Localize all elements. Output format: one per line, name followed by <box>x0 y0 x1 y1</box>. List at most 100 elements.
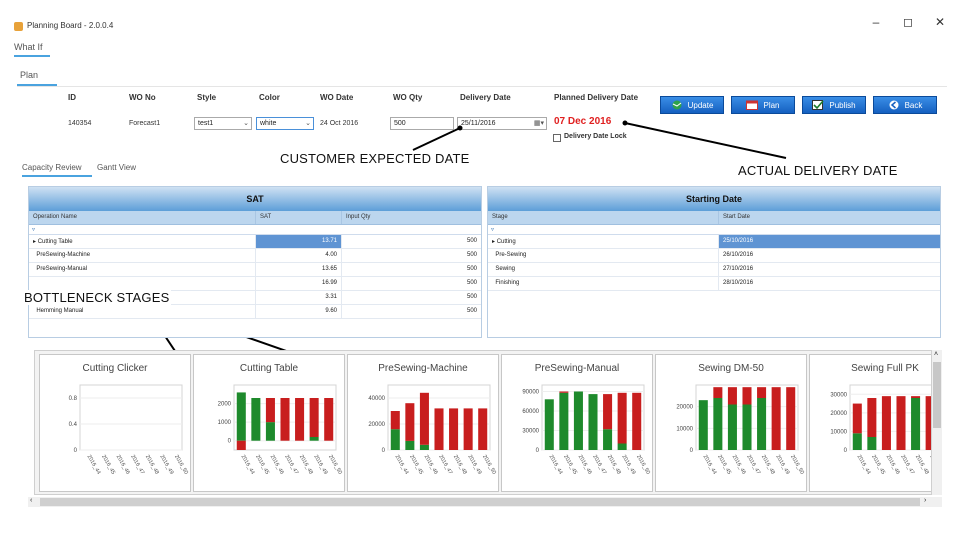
row-operation-name: PreSewing-Manual <box>29 263 256 276</box>
x-tick-label: 2016_46 <box>115 454 131 476</box>
tab-plan[interactable]: Plan <box>20 70 38 80</box>
scroll-right-icon[interactable]: › <box>924 497 926 504</box>
x-tick-label: 2016_46 <box>731 454 747 476</box>
y-tick-label: 10000 <box>676 426 693 432</box>
bar <box>867 398 877 437</box>
y-tick-label: 0.4 <box>69 422 78 428</box>
update-button[interactable]: Update <box>660 96 724 114</box>
bar <box>698 400 708 450</box>
bar <box>449 408 459 450</box>
chart-card: PreSewing-Manual 90000 60000 30000 0 2016_44 2… <box>501 354 653 492</box>
publish-button[interactable]: Publish <box>802 96 866 114</box>
back-button[interactable]: Back <box>873 96 937 114</box>
delivery-date-picker[interactable]: 25/11/2016 ▦▾ <box>457 117 547 130</box>
table-row[interactable]: PreSewing-Manual 13.65 500 <box>29 263 481 277</box>
row-start-date: 25/10/2016 <box>719 235 940 248</box>
y-tick-label: 1000 <box>218 420 232 426</box>
bar <box>478 408 488 450</box>
x-tick-label: 2016_46 <box>885 454 901 476</box>
calendar-icon <box>746 100 759 110</box>
column-header[interactable]: Input Qty <box>342 211 481 224</box>
table-row[interactable]: 16.99 500 <box>29 277 481 291</box>
vertical-scrollbar-thumb[interactable] <box>933 362 941 428</box>
bar <box>295 398 305 441</box>
table-row[interactable]: Pre-Sewing 26/10/2016 <box>488 249 940 263</box>
y-tick-label: 90000 <box>522 390 539 396</box>
row-operation-name: ▸ Cutting Table <box>29 235 256 248</box>
sat-grid-body: ▸ Cutting Table 13.71 500 PreSewing-Machin… <box>29 235 481 319</box>
chart-card: Cutting Clicker 0.8 0.4 0 2016_44 2016_45 2016… <box>39 354 191 492</box>
globe-icon <box>672 100 682 110</box>
publish-button-label: Publish <box>829 100 856 110</box>
table-row[interactable]: Finishing 28/10/2016 <box>488 277 940 291</box>
column-header[interactable]: Start Date <box>719 211 940 224</box>
x-tick-label: 2016_48 <box>606 454 622 476</box>
table-row[interactable]: ▸ Cutting 25/10/2016 <box>488 235 940 249</box>
column-header[interactable]: Operation Name <box>29 211 256 224</box>
bar <box>559 392 569 450</box>
x-tick-label: 2016_44 <box>548 454 564 476</box>
wo-no-value: Forecast1 <box>129 120 161 127</box>
style-select-value: test1 <box>198 120 214 127</box>
row-sat: 4.00 <box>256 249 342 262</box>
minimize-button[interactable]: – <box>866 15 886 33</box>
bar <box>852 403 862 434</box>
bar <box>617 392 627 444</box>
close-button[interactable]: ✕ <box>930 15 950 33</box>
bar-chart: 0.80.402016_442016_452016_462016_472016_… <box>69 384 189 476</box>
plan-button-label: Plan <box>763 100 780 110</box>
y-tick-label: 0.8 <box>69 396 78 402</box>
table-row[interactable]: Sewing 27/10/2016 <box>488 263 940 277</box>
bar-chart: 90000600003000002016_442016_452016_46201… <box>522 384 651 476</box>
table-row[interactable]: Hemming Manual 9.60 500 <box>29 305 481 319</box>
back-button-label: Back <box>904 100 923 110</box>
column-header[interactable]: Stage <box>488 211 719 224</box>
tab-gantt-view[interactable]: Gantt View <box>97 163 136 172</box>
id-value: 140354 <box>68 120 92 127</box>
chevron-down-icon: ⌄ <box>243 120 249 127</box>
header-color: Color <box>259 93 280 102</box>
tab-capacity-review[interactable]: Capacity Review <box>22 163 82 172</box>
bar <box>236 392 246 441</box>
bar <box>309 437 319 441</box>
x-tick-label: 2016_48 <box>452 454 468 476</box>
row-input-qty: 500 <box>466 238 477 244</box>
chart-card: PreSewing-Machine 40000 20000 0 2016_44 2016_… <box>347 354 499 492</box>
chart-card: Sewing Full PK 30000 20000 10000 0 2016_44 201… <box>809 354 931 492</box>
row-input-qty: 500 <box>466 266 477 272</box>
wo-qty-input[interactable]: 500 <box>390 117 454 130</box>
starting-date-grid-body: ▸ Cutting 25/10/2016 Pre-Sewing 26/10/2016… <box>488 235 940 291</box>
scroll-left-icon[interactable]: ‹ <box>30 497 32 504</box>
table-row[interactable]: ▸ Cutting Table 13.71 500 <box>29 235 481 249</box>
y-tick-label: 0 <box>74 448 78 454</box>
filter-icon[interactable]: ▿ <box>29 225 481 235</box>
style-select[interactable]: test1 ⌄ <box>194 117 252 130</box>
column-header[interactable]: SAT <box>256 211 342 224</box>
horizontal-scrollbar-thumb[interactable] <box>40 498 920 506</box>
bar <box>419 392 429 445</box>
delivery-date-lock-checkbox[interactable] <box>553 134 561 142</box>
checkbox-icon <box>812 100 824 110</box>
bar <box>603 394 613 430</box>
header-delivery-date: Delivery Date <box>460 93 511 102</box>
annotation-customer-expected-date: CUSTOMER EXPECTED DATE <box>280 151 470 166</box>
row-stage: Pre-Sewing <box>488 249 719 262</box>
bar <box>786 387 796 450</box>
x-tick-label: 2016_45 <box>870 454 886 476</box>
x-tick-label: 2016_48 <box>760 454 776 476</box>
bar <box>309 398 319 437</box>
subtab-underline <box>22 175 92 177</box>
y-tick-label: 30000 <box>830 392 847 398</box>
x-tick-label: 2016_49 <box>466 454 482 476</box>
table-row[interactable]: PreSewing-Machine 4.00 500 <box>29 249 481 263</box>
x-tick-label: 2016_50 <box>173 454 189 476</box>
arrow-head <box>622 120 628 126</box>
maximize-button[interactable]: ◻ <box>898 15 918 33</box>
filter-icon[interactable]: ▿ <box>488 225 940 235</box>
plan-button[interactable]: Plan <box>731 96 795 114</box>
row-stage: Sewing <box>488 263 719 276</box>
color-select[interactable]: white ⌄ <box>256 117 314 130</box>
x-tick-label: 2016_47 <box>745 454 761 476</box>
scroll-up-icon[interactable]: ˄ <box>934 351 938 358</box>
menu-what-if[interactable]: What If <box>14 42 43 52</box>
